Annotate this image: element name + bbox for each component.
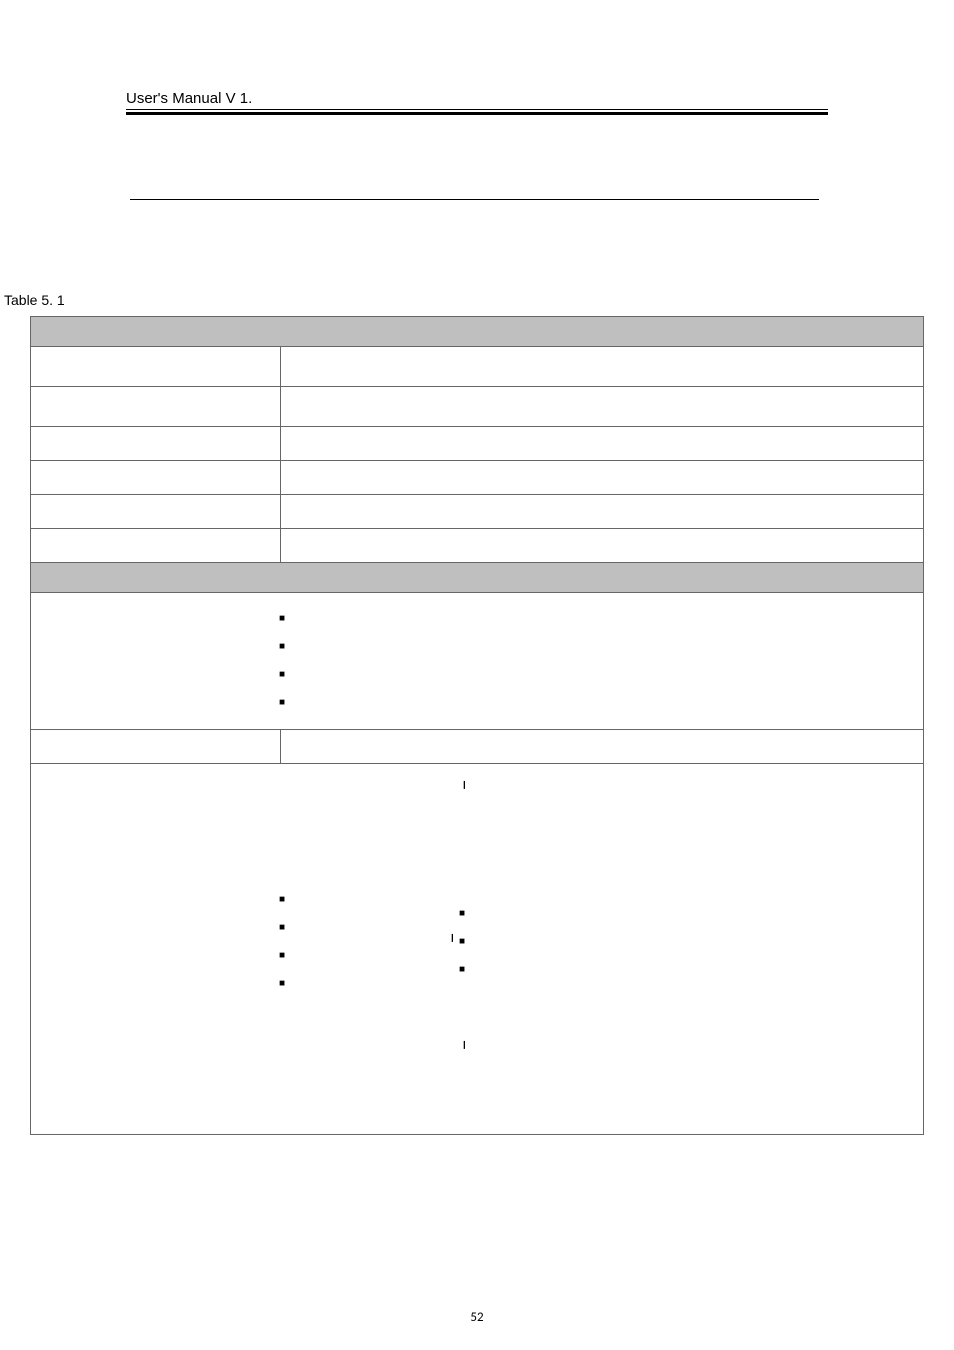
section-divider: [130, 199, 819, 200]
table-cell-left: [31, 427, 281, 460]
table-row: [31, 495, 923, 529]
square-bullet-icon: ■: [279, 948, 285, 976]
table-cell-right: [281, 427, 923, 460]
square-bullet-icon: ■: [279, 920, 285, 948]
square-bullet-icon: ■: [459, 962, 465, 990]
tick-icon: ❙: [449, 933, 456, 942]
square-bullet-icon: ■: [459, 906, 465, 934]
table-row: [31, 427, 923, 461]
square-bullet-icon: ■: [279, 976, 285, 1004]
table-cell-left: [31, 730, 281, 763]
table-cell-right: [281, 347, 923, 386]
spec-table: ■ ■ ■ ■ ❙ ■ ■ ■ ■ ❙ ■ ■ ■ ❙: [30, 316, 924, 1135]
page-number: 52: [0, 1310, 954, 1325]
table-cell-right: [281, 730, 923, 763]
table-cell-left: [31, 461, 281, 494]
table-cell-right: [281, 461, 923, 494]
table-cell-left: [31, 529, 281, 562]
table-cell-left: [31, 387, 281, 426]
table-row: [31, 730, 923, 764]
page-header: User's Manual V 1.: [126, 90, 828, 115]
header-title: User's Manual V 1.: [126, 90, 828, 109]
bullet-column-left: ■ ■ ■ ■: [279, 892, 285, 1004]
header-rule-thin: [126, 109, 828, 110]
table-header-row-1: [31, 317, 923, 347]
square-bullet-icon: ■: [279, 892, 285, 920]
square-bullet-icon: ■: [279, 633, 923, 661]
tick-icon: ❙: [461, 1040, 468, 1049]
table-row-bullets-1: ■ ■ ■ ■: [31, 593, 923, 730]
table-row: [31, 529, 923, 563]
table-caption: Table 5. 1: [4, 292, 924, 308]
square-bullet-icon: ■: [279, 605, 923, 633]
table-row: [31, 461, 923, 495]
table-cell-right: [281, 495, 923, 528]
tick-icon: ❙: [461, 780, 468, 789]
table-cell-right: [281, 529, 923, 562]
bullet-column-right: ■ ■ ■: [459, 906, 465, 990]
table-cell-left: [31, 347, 281, 386]
table-row-bullets-2: ❙ ■ ■ ■ ■ ❙ ■ ■ ■ ❙: [31, 764, 923, 1134]
table-header-row-2: [31, 563, 923, 593]
bullet-list: ■ ■ ■ ■: [31, 593, 923, 729]
header-rule-thick: [126, 112, 828, 115]
square-bullet-icon: ■: [279, 689, 923, 717]
square-bullet-icon: ■: [279, 661, 923, 689]
table-cell-left: [31, 495, 281, 528]
table-cell-right: [281, 387, 923, 426]
square-bullet-icon: ■: [459, 934, 465, 962]
table-row: [31, 347, 923, 387]
table-row: [31, 387, 923, 427]
